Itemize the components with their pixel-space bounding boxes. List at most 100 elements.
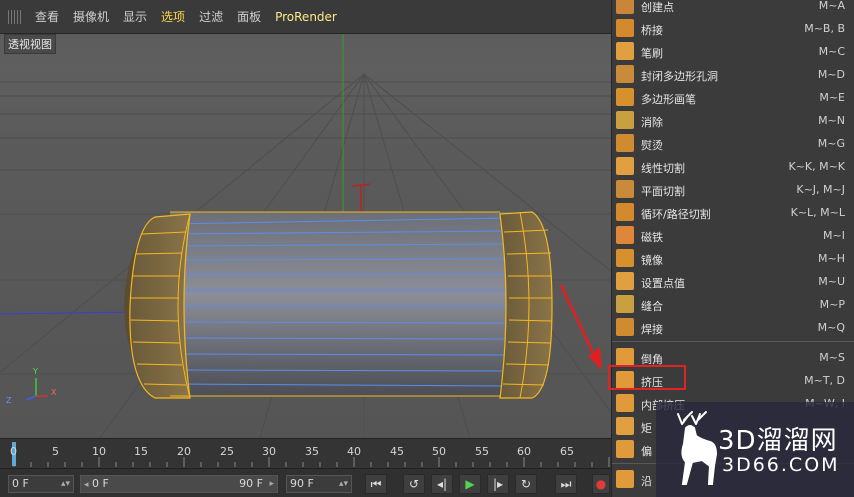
menu-item-shortcut: M~S <box>819 351 845 364</box>
menu-item-label: 设置点值 <box>641 277 685 290</box>
tick-label: 25 <box>220 445 234 458</box>
current-frame-field[interactable]: 0 F ▴▾ <box>8 475 74 493</box>
axis-z-label: Z <box>6 396 12 405</box>
tick-label: 50 <box>432 445 446 458</box>
extrude-inner-icon <box>616 394 634 412</box>
brush-icon <box>616 42 634 60</box>
menu-item-set-point[interactable]: 设置点值 M~U <box>612 270 854 293</box>
menu-filter[interactable]: 过滤 <box>192 8 230 25</box>
transport-bar: 0 F ▴▾ ◂ 0 F 90 F ▸ 90 F ▴▾ ⏮ ↺ ◂| ▶ |▸ … <box>0 468 611 497</box>
menu-item-close-hole[interactable]: 封闭多边形孔洞 M~D <box>612 63 854 86</box>
menu-item-label: 偏 <box>641 445 652 458</box>
menu-view[interactable]: 查看 <box>28 8 66 25</box>
menu-separator <box>612 341 854 342</box>
menu-options[interactable]: 选项 <box>154 8 192 25</box>
menu-item-shortcut: M~I <box>823 229 845 242</box>
menu-camera[interactable]: 摄像机 <box>66 8 116 25</box>
menu-item-shortcut: M~B, B <box>804 22 845 35</box>
menu-item-weld[interactable]: 焊接 M~Q <box>612 316 854 339</box>
timeline-ruler[interactable]: 0 5 10 15 20 25 30 35 40 45 50 55 60 65 <box>0 438 611 468</box>
watermark-url: 3D66.COM <box>722 454 840 476</box>
menu-item-shortcut: M~C <box>818 45 845 58</box>
watermark-title: 3D溜溜网 <box>718 426 838 456</box>
goto-start-button[interactable]: ⏮ <box>365 474 387 494</box>
deer-logo-icon <box>677 411 718 485</box>
menu-prorender[interactable]: ProRender <box>268 10 344 24</box>
menu-item-mirror[interactable]: 镜像 M~H <box>612 247 854 270</box>
stepper-icon[interactable]: ▴▾ <box>339 476 348 492</box>
menu-item-knife-plane[interactable]: 平面切割 K~J, M~J <box>612 178 854 201</box>
stepper-icon[interactable]: ▴▾ <box>61 476 70 492</box>
menu-display[interactable]: 显示 <box>116 8 154 25</box>
menu-item-create-point[interactable]: 创建点 M~A <box>612 0 854 17</box>
menu-item-shortcut: M~P <box>819 298 845 311</box>
menu-item-shortcut: M~N <box>818 114 845 127</box>
menu-item-iron[interactable]: 熨烫 M~G <box>612 132 854 155</box>
axis-gizmo <box>25 378 48 401</box>
menu-panel[interactable]: 面板 <box>230 8 268 25</box>
annotation-arrow <box>560 284 602 370</box>
sweep-icon <box>616 470 634 488</box>
end-frame-field[interactable]: 90 F ▴▾ <box>286 475 352 493</box>
menu-item-label: 缝合 <box>641 300 663 313</box>
viewport-menubar: 查看 摄像机 显示 选项 过滤 面板 ProRender <box>0 0 611 34</box>
offset-icon <box>616 440 634 458</box>
record-button[interactable]: ● <box>592 474 610 494</box>
menu-item-bridge[interactable]: 桥接 M~B, B <box>612 17 854 40</box>
tick-label: 65 <box>560 445 574 458</box>
menu-item-shortcut: M~T, D <box>804 374 845 387</box>
range-slider[interactable]: ◂ 0 F 90 F ▸ <box>80 475 278 493</box>
tick-label: 55 <box>475 445 489 458</box>
viewport-scene <box>0 34 611 438</box>
set-point-icon <box>616 272 634 290</box>
menu-item-label: 多边形画笔 <box>641 93 696 106</box>
play-button[interactable]: ▶ <box>459 474 481 494</box>
menu-item-shortcut: M~U <box>818 275 845 288</box>
menu-item-shortcut: M~Q <box>817 321 845 334</box>
menu-item-label: 线性切割 <box>641 162 685 175</box>
axis-y-label: Y <box>33 367 38 376</box>
cylinder-mesh <box>124 211 553 399</box>
menu-item-label: 循环/路径切割 <box>641 208 711 221</box>
stepper-left-icon[interactable]: ◂ <box>84 480 89 490</box>
grip-icon[interactable] <box>8 9 22 24</box>
axis-x-label: X <box>51 388 57 397</box>
menu-item-dissolve[interactable]: 消除 M~N <box>612 109 854 132</box>
menu-item-stitch[interactable]: 缝合 M~P <box>612 293 854 316</box>
tick-label: 10 <box>92 445 106 458</box>
tick-label: 45 <box>390 445 404 458</box>
menu-item-label: 沿 <box>641 475 652 488</box>
dissolve-icon <box>616 111 634 129</box>
iron-icon <box>616 134 634 152</box>
knife-plane-icon <box>616 180 634 198</box>
menu-item-shortcut: K~L, M~L <box>790 206 845 219</box>
polygon-pen-icon <box>616 88 634 106</box>
goto-end-button[interactable]: ⏭ <box>555 474 577 494</box>
perspective-viewport[interactable]: 透视视图 Y Z X <box>0 34 611 438</box>
menu-item-magnet[interactable]: 磁铁 M~I <box>612 224 854 247</box>
stepper-right-icon[interactable]: ▸ <box>269 476 274 492</box>
next-key-button[interactable]: ↻ <box>515 474 537 494</box>
menu-item-shortcut: M~G <box>817 137 845 150</box>
prev-frame-button[interactable]: ◂| <box>431 474 453 494</box>
menu-item-polygon-pen[interactable]: 多边形画笔 M~E <box>612 86 854 109</box>
menu-item-shortcut: K~K, M~K <box>788 160 845 173</box>
menu-item-label: 封闭多边形孔洞 <box>641 70 718 83</box>
extrude-highlight-box <box>608 365 686 390</box>
weld-icon <box>616 318 634 336</box>
prev-key-button[interactable]: ↺ <box>403 474 425 494</box>
menu-item-label: 熨烫 <box>641 139 663 152</box>
viewport-label[interactable]: 透视视图 <box>4 34 56 54</box>
x-axis-line <box>0 311 141 315</box>
mirror-icon <box>616 249 634 267</box>
menu-item-loop-cut[interactable]: 循环/路径切割 K~L, M~L <box>612 201 854 224</box>
menu-item-label: 磁铁 <box>641 231 663 244</box>
menu-item-brush[interactable]: 笔刷 M~C <box>612 40 854 63</box>
menu-item-knife-line[interactable]: 线性切割 K~K, M~K <box>612 155 854 178</box>
menu-item-label: 消除 <box>641 116 663 129</box>
loop-cut-icon <box>616 203 634 221</box>
create-point-icon <box>616 0 634 14</box>
next-frame-button[interactable]: |▸ <box>487 474 509 494</box>
origin-gizmo <box>351 183 371 214</box>
menu-item-label: 平面切割 <box>641 185 685 198</box>
